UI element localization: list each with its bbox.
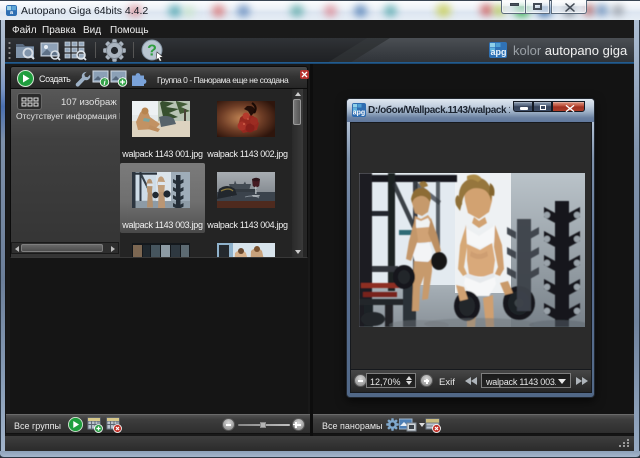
svg-text:?: ? — [147, 43, 157, 60]
svg-text:apg: apg — [490, 47, 506, 57]
svg-text:apg: apg — [353, 110, 365, 117]
